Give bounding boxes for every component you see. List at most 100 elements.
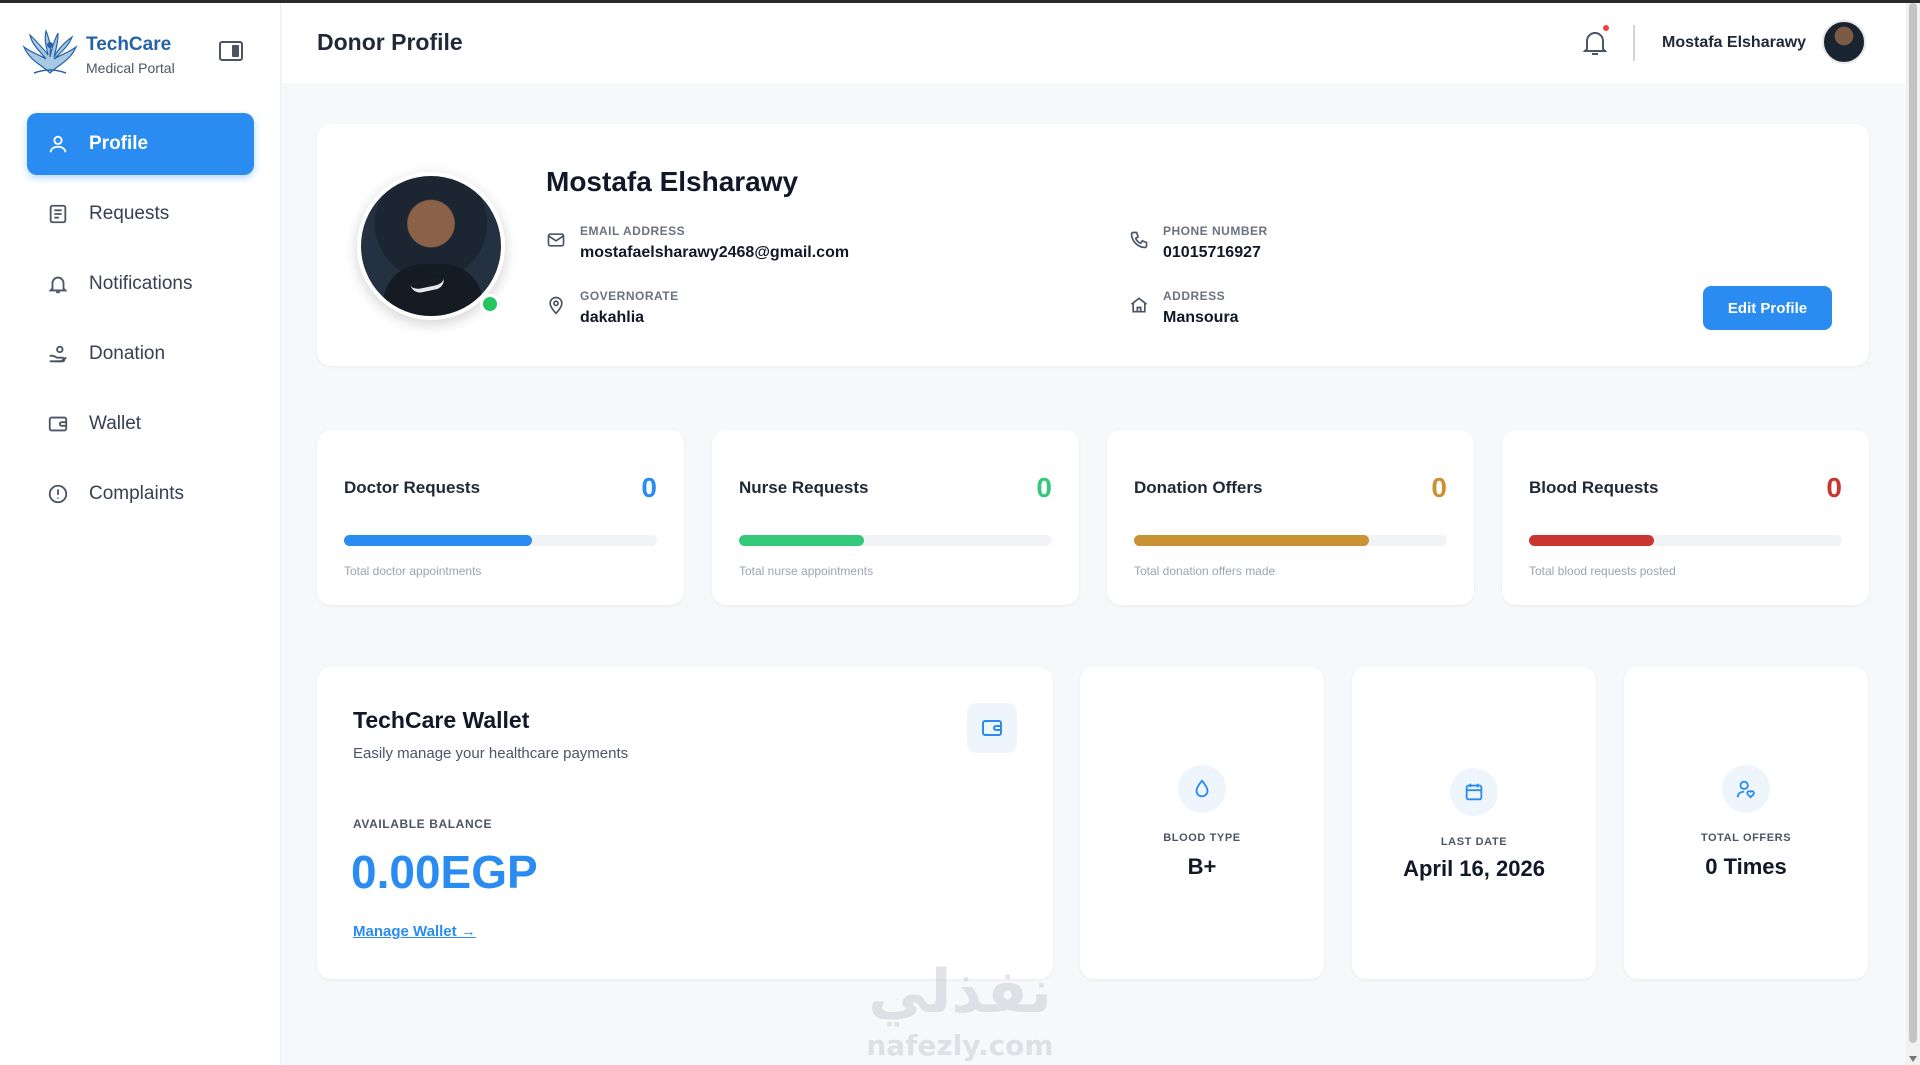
last-date-value: April 16, 2026	[1403, 856, 1545, 881]
progress-fill	[1529, 535, 1655, 546]
address-field: ADDRESS Mansoura	[1129, 289, 1649, 335]
stat-subtitle: Total doctor appointments	[344, 564, 482, 578]
sidebar-item-label: Profile	[89, 133, 149, 154]
page-scrollbar[interactable]	[1906, 3, 1920, 1065]
mail-icon	[547, 233, 565, 247]
last-date-label: LAST DATE	[1440, 836, 1508, 848]
hand-donation-icon	[47, 343, 69, 365]
stat-subtitle: Total nurse appointments	[739, 564, 874, 578]
total-offers-card: TOTAL OFFERS 0 Times	[1624, 667, 1868, 979]
blood-type-label: BLOOD TYPE	[1163, 832, 1241, 844]
sidebar-item-label: Wallet	[89, 413, 142, 434]
brand-subtitle: Medical Portal	[86, 60, 175, 76]
progress-track	[739, 535, 1052, 546]
header-user-name[interactable]: Mostafa Elsharawy	[1662, 34, 1806, 52]
phone-field: PHONE NUMBER 01015716927	[1129, 224, 1649, 270]
blood-type-value: B+	[1187, 854, 1217, 879]
email-label: EMAIL ADDRESS	[580, 224, 686, 238]
techcare-logo-icon	[22, 29, 78, 74]
progress-track	[1529, 535, 1842, 546]
sidebar-item-label: Notifications	[89, 273, 193, 294]
stat-title: Doctor Requests	[344, 478, 481, 497]
stat-card-blood-requests: Blood Requests 0 Total blood requests po…	[1502, 430, 1869, 605]
governorate-label: GOVERNORATE	[580, 289, 679, 303]
stat-subtitle: Total blood requests posted	[1529, 564, 1676, 578]
blood-type-card: BLOOD TYPE B+	[1080, 667, 1324, 979]
phone-value: 01015716927	[1163, 244, 1261, 261]
progress-fill	[1134, 535, 1369, 546]
sidebar-item-label: Complaints	[89, 483, 185, 504]
stat-title: Donation Offers	[1134, 478, 1263, 497]
sidebar-item-profile[interactable]: Profile	[27, 113, 254, 175]
user-heart-icon	[1722, 765, 1770, 813]
sidebar-item-label: Requests	[89, 203, 170, 224]
stat-count: 0	[641, 472, 657, 503]
sidebar-item-label: Donation	[89, 343, 166, 364]
sidebar-item-requests[interactable]: Requests	[27, 183, 254, 245]
progress-track	[1134, 535, 1447, 546]
stat-card-donation-offers: Donation Offers 0 Total donation offers …	[1107, 430, 1474, 605]
calendar-icon	[1450, 768, 1498, 816]
top-header: Donor Profile Mostafa Elsharawy	[282, 3, 1906, 83]
last-date-card: LAST DATE April 16, 2026	[1352, 667, 1596, 979]
sidebar-toggle-icon[interactable]	[219, 41, 243, 61]
user-icon	[47, 133, 69, 155]
wallet-subtitle: Easily manage your healthcare payments	[353, 745, 629, 762]
avatar-shirt	[383, 264, 483, 316]
location-pin-icon	[549, 296, 563, 315]
address-value: Mansoura	[1163, 309, 1239, 326]
wallet-icon	[47, 413, 69, 435]
stat-title: Nurse Requests	[739, 478, 869, 497]
header-avatar[interactable]	[1822, 20, 1866, 64]
bell-icon	[47, 273, 69, 295]
sidebar-nav: Profile Requests Notifications Donation …	[27, 113, 254, 533]
edit-profile-button[interactable]: Edit Profile	[1703, 286, 1832, 330]
total-offers-label: TOTAL OFFERS	[1700, 832, 1792, 844]
stat-count: 0	[1036, 472, 1052, 503]
email-value: mostafaelsharawy2468@gmail.com	[580, 244, 850, 261]
nafezly-watermark: نفذلي nafezly.com	[866, 957, 1053, 1062]
alert-circle-icon	[47, 483, 69, 505]
online-status-dot	[480, 294, 500, 314]
profile-name: Mostafa Elsharawy	[546, 166, 799, 197]
scrollbar-thumb[interactable]	[1909, 3, 1917, 1043]
profile-card: Mostafa Elsharawy EMAIL ADDRESS mostafae…	[317, 124, 1869, 366]
phone-label: PHONE NUMBER	[1163, 224, 1268, 238]
stat-count: 0	[1431, 472, 1447, 503]
sidebar: TechCare Medical Portal Profile Requests…	[0, 3, 281, 1065]
header-divider	[1633, 25, 1635, 61]
address-label: ADDRESS	[1163, 289, 1226, 303]
notification-badge	[1603, 25, 1609, 31]
manage-wallet-link[interactable]: Manage Wallet →	[353, 923, 476, 940]
sidebar-item-donation[interactable]: Donation	[27, 323, 254, 385]
wallet-balance: 0.00EGP	[351, 846, 538, 898]
sidebar-item-notifications[interactable]: Notifications	[27, 253, 254, 315]
notification-bell-icon[interactable]	[1582, 28, 1608, 58]
brand-title: TechCare	[86, 34, 172, 55]
available-balance-label: AVAILABLE BALANCE	[353, 817, 493, 831]
progress-fill	[739, 535, 865, 546]
stat-card-doctor-requests: Doctor Requests 0 Total doctor appointme…	[317, 430, 684, 605]
email-field: EMAIL ADDRESS mostafaelsharawy2468@gmail…	[546, 224, 1066, 270]
blood-drop-icon	[1178, 765, 1226, 813]
stat-title: Blood Requests	[1529, 478, 1659, 497]
scroll-down-arrow-icon[interactable]	[1909, 1056, 1917, 1062]
watermark-latin: nafezly.com	[866, 1029, 1053, 1062]
wallet-title: TechCare Wallet	[353, 707, 530, 733]
progress-track	[344, 535, 657, 546]
stat-count: 0	[1826, 472, 1842, 503]
progress-fill	[344, 535, 532, 546]
stat-card-nurse-requests: Nurse Requests 0 Total nurse appointment…	[712, 430, 1079, 605]
page-title: Donor Profile	[317, 29, 463, 55]
document-list-icon	[47, 203, 69, 225]
sidebar-item-wallet[interactable]: Wallet	[27, 393, 254, 455]
home-icon	[1130, 297, 1148, 313]
wallet-card: TechCare Wallet Easily manage your healt…	[317, 667, 1053, 979]
governorate-field: GOVERNORATE dakahlia	[546, 289, 1066, 335]
wallet-icon	[967, 703, 1017, 753]
stat-subtitle: Total donation offers made	[1134, 564, 1276, 578]
phone-icon	[1130, 231, 1148, 249]
watermark-arabic: نفذلي	[868, 957, 1052, 1027]
total-offers-value: 0 Times	[1705, 854, 1787, 879]
sidebar-item-complaints[interactable]: Complaints	[27, 463, 254, 525]
